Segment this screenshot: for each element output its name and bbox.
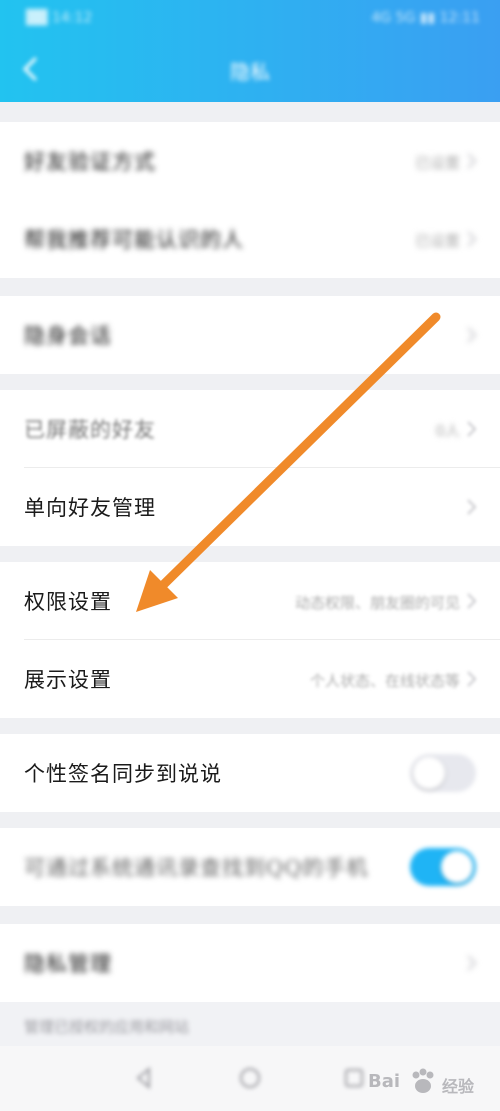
section-gap (0, 546, 500, 562)
settings-group-stealth: 隐身会话 (0, 296, 500, 374)
row-label: 权限设置 (24, 590, 112, 614)
status-left-text: ██ 14:12 (26, 10, 93, 26)
row-find-by-phone: 可通过系统通讯录查找到QQ的手机 (0, 828, 500, 906)
row-label: 帮我推荐可能认识的人 (24, 228, 244, 252)
row-label: 展示设置 (24, 668, 112, 692)
row-display-settings[interactable]: 展示设置 个人状态、在线状态等 (0, 640, 500, 718)
row-recommend-contacts[interactable]: 帮我推荐可能认识的人 已设置 (0, 200, 500, 278)
settings-group-privacy-mgmt: 隐私管理 (0, 924, 500, 1002)
watermark-brand: Bai (368, 1071, 401, 1092)
nav-back-icon[interactable] (132, 1066, 156, 1090)
section-gap (0, 278, 500, 296)
toggle-knob (441, 851, 473, 883)
row-friend-verification[interactable]: 好友验证方式 已设置 (0, 122, 500, 200)
row-one-way-friends[interactable]: 单向好友管理 (0, 468, 500, 546)
settings-group-friends: 已屏蔽的好友 0人 单向好友管理 (0, 390, 500, 546)
section-gap (0, 102, 500, 122)
page-title: 隐私 (230, 60, 270, 84)
watermark-suffix: 经验 (442, 1077, 475, 1096)
row-value: 已设置 (414, 232, 460, 250)
settings-group-verification: 好友验证方式 已设置 帮我推荐可能认识的人 已设置 (0, 122, 500, 278)
toggle-knob (413, 757, 445, 789)
row-label: 已屏蔽的好友 (24, 418, 156, 442)
section-gap (0, 374, 500, 390)
signature-sync-toggle[interactable] (410, 754, 476, 792)
settings-group-signature: 个性签名同步到说说 (0, 734, 500, 812)
paw-icon (412, 1068, 434, 1093)
chevron-right-icon (467, 421, 477, 437)
row-label: 隐身会话 (24, 324, 112, 348)
status-right-text: 4G 5G ▮▮ 12:11 (371, 10, 480, 26)
chevron-right-icon (467, 593, 477, 609)
row-permission-settings[interactable]: 权限设置 动态权限、朋友圈的可见 (0, 562, 500, 640)
row-label: 可通过系统通讯录查找到QQ的手机 (24, 856, 369, 880)
nav-recents-icon[interactable] (342, 1066, 366, 1090)
chevron-right-icon (467, 327, 477, 343)
row-label: 个性签名同步到说说 (24, 762, 222, 786)
footnote-text: 管理已授权的应用和网站 (24, 1018, 190, 1036)
section-gap (0, 812, 500, 828)
chevron-right-icon (467, 231, 477, 247)
row-value: 个人状态、在线状态等 (309, 672, 460, 690)
row-value: 0人 (435, 422, 460, 440)
chevron-right-icon (467, 671, 477, 687)
row-label: 单向好友管理 (24, 496, 156, 520)
chevron-right-icon (467, 153, 477, 169)
row-stealth-session[interactable]: 隐身会话 (0, 296, 500, 374)
row-signature-sync: 个性签名同步到说说 (0, 734, 500, 812)
row-value: 已设置 (414, 154, 460, 172)
row-value: 动态权限、朋友圈的可见 (294, 594, 460, 612)
row-blocked-friends[interactable]: 已屏蔽的好友 0人 (0, 390, 500, 468)
section-gap (0, 906, 500, 924)
settings-group-contacts: 可通过系统通讯录查找到QQ的手机 (0, 828, 500, 906)
chevron-right-icon (467, 499, 477, 515)
row-label: 隐私管理 (24, 952, 112, 976)
find-by-phone-toggle[interactable] (410, 848, 476, 886)
row-label: 好友验证方式 (24, 150, 156, 174)
row-privacy-management[interactable]: 隐私管理 (0, 924, 500, 1002)
title-bar: 隐私 (0, 40, 500, 102)
nav-home-icon[interactable] (238, 1066, 262, 1090)
settings-group-permissions: 权限设置 动态权限、朋友圈的可见 展示设置 个人状态、在线状态等 (0, 562, 500, 718)
watermark-logo: Bai 经验 (368, 1063, 488, 1101)
chevron-right-icon (467, 955, 477, 971)
section-gap (0, 718, 500, 734)
status-bar: ██ 14:12 4G 5G ▮▮ 12:11 (0, 0, 500, 40)
